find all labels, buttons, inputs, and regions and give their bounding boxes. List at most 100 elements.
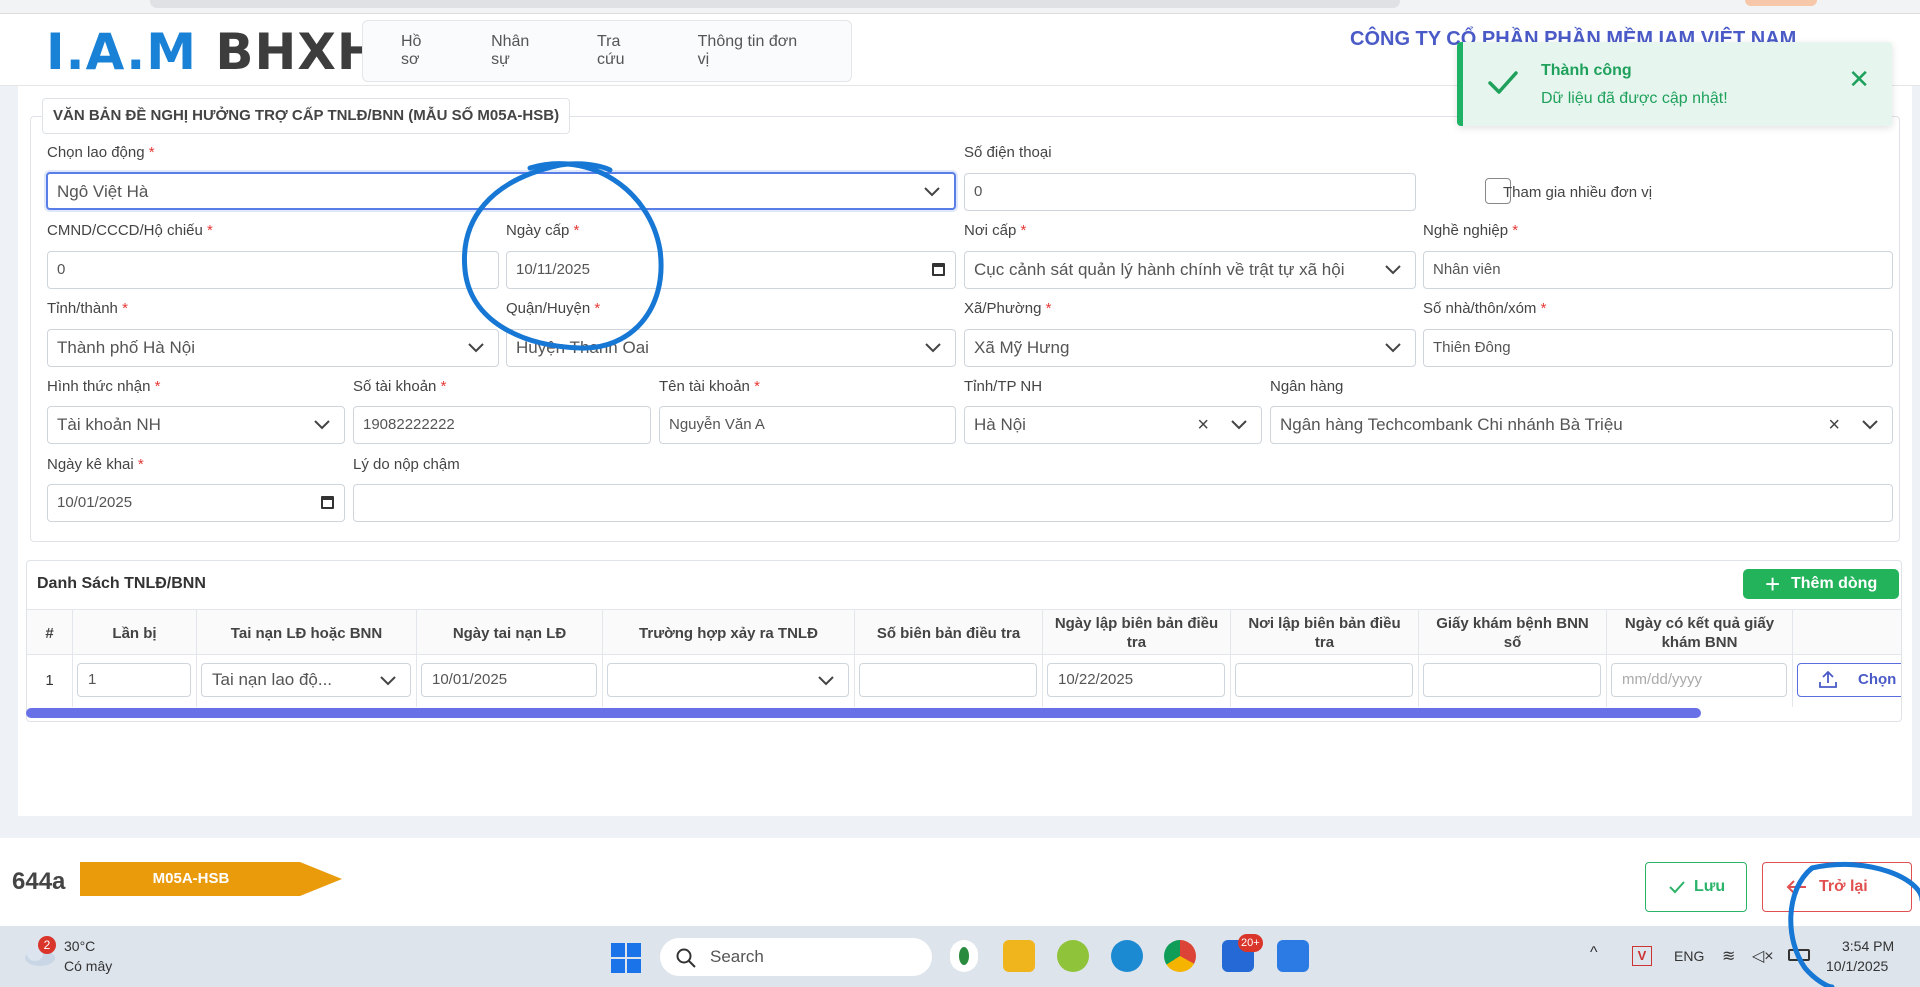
cell-report-place	[1231, 655, 1419, 707]
late-reason-input[interactable]	[353, 484, 1893, 522]
report-no-input[interactable]	[859, 663, 1037, 697]
photos-icon[interactable]	[1277, 940, 1309, 972]
nav-item-thong-tin-don-vi[interactable]: Thông tin đơn vị	[698, 33, 799, 69]
upload-icon	[1819, 671, 1837, 688]
language-indicator[interactable]: ENG	[1674, 948, 1704, 964]
receive-select[interactable]: Tài khoản NH	[47, 406, 345, 444]
accident-list-section: Danh Sách TNLĐ/BNN + Thêm dòng # Lần bị T…	[26, 560, 1902, 722]
column-header: Trường hợp xảy ra TNLĐ	[603, 610, 855, 656]
account-no-label: Số tài khoản *	[353, 378, 447, 395]
issue-date-input[interactable]: 10/11/2025	[506, 251, 956, 289]
report-place-input[interactable]	[1235, 663, 1413, 697]
clock-time[interactable]: 3:54 PM	[1842, 938, 1894, 954]
browser-button[interactable]	[1745, 0, 1817, 6]
success-toast: Thành công Dữ liệu đã được cập nhật! ✕	[1457, 42, 1892, 126]
receive-label: Hình thức nhận *	[47, 378, 161, 395]
leaf-app-icon[interactable]	[950, 940, 978, 972]
exam-no-input[interactable]	[1423, 663, 1601, 697]
bank-city-label: Tỉnh/TP NH	[964, 378, 1043, 395]
late-reason-label: Lý do nộp chậm	[353, 456, 460, 473]
close-icon[interactable]: ✕	[1848, 64, 1870, 94]
chevron-down-icon	[468, 343, 484, 353]
scroll-thumb[interactable]	[26, 708, 1701, 718]
phone-input[interactable]: 0	[964, 173, 1416, 211]
times-input[interactable]: 1	[77, 663, 191, 697]
worker-select[interactable]: Ngô Việt Hà	[46, 172, 956, 210]
ward-select[interactable]: Xã Mỹ Hưng	[964, 329, 1416, 367]
cell-exam-no	[1419, 655, 1607, 707]
worker-value: Ngô Việt Hà	[57, 182, 149, 201]
windows-start-icon[interactable]	[611, 943, 641, 973]
issue-date-label: Ngày cấp *	[506, 222, 580, 239]
exam-date-input[interactable]: mm/dd/yyyy	[1611, 663, 1787, 697]
case-select[interactable]	[607, 663, 849, 697]
clear-icon[interactable]: ×	[1197, 407, 1209, 443]
account-name-input[interactable]: Nguyễn Văn A	[659, 406, 956, 444]
column-header: Tai nạn LĐ hoặc BNN	[197, 610, 417, 656]
nav-item-ho-so[interactable]: Hồ sơ	[401, 33, 439, 69]
toast-message: Dữ liệu đã được cập nhật!	[1541, 90, 1728, 107]
province-label: Tỉnh/thành *	[47, 300, 128, 317]
file-explorer-icon[interactable]	[1003, 940, 1035, 972]
nav-item-nhan-su[interactable]: Nhân sự	[491, 33, 545, 69]
row-index: 1	[27, 655, 73, 707]
bank-label: Ngân hàng	[1270, 378, 1344, 395]
back-button[interactable]: Trở lại	[1762, 862, 1912, 912]
chevron-down-icon	[818, 676, 834, 686]
battery-icon[interactable]	[1788, 949, 1810, 961]
add-row-button[interactable]: + Thêm dòng	[1743, 569, 1899, 599]
job-input[interactable]: Nhân viên	[1423, 251, 1893, 289]
chevron-up-icon[interactable]: ^	[1590, 944, 1598, 962]
weather-temp: 30°C	[64, 938, 96, 954]
report-date-input[interactable]: 10/22/2025	[1047, 663, 1225, 697]
windows-taskbar: 2 30°C Có mây Search 20+ ^ V ENG ≋ ◁× 3:…	[0, 926, 1920, 987]
upload-button[interactable]: Chọn	[1797, 663, 1901, 697]
province-value: Thành phố Hà Nội	[57, 338, 195, 357]
clear-icon[interactable]: ×	[1828, 407, 1840, 443]
account-no-input[interactable]: 19082222222	[353, 406, 651, 444]
v-app-icon[interactable]: V	[1632, 946, 1652, 966]
back-label: Trở lại	[1819, 878, 1868, 895]
cell-exam-date: mm/dd/yyyy	[1607, 655, 1793, 707]
declare-date-input[interactable]: 10/01/2025	[47, 484, 345, 522]
ward-value: Xã Mỹ Hưng	[974, 338, 1070, 357]
cell-times: 1	[73, 655, 197, 707]
footer-bar: 644a M05A-HSB Lưu Trở lại	[0, 838, 1920, 926]
district-label: Quận/Huyện *	[506, 300, 601, 317]
column-header: Lần bị	[73, 610, 197, 656]
chrome-icon[interactable]	[1164, 940, 1196, 972]
save-button[interactable]: Lưu	[1645, 862, 1747, 912]
accident-date-input[interactable]: 10/01/2025	[421, 663, 597, 697]
bank-select[interactable]: Ngân hàng Techcombank Chi nhánh Bà Triệu…	[1270, 406, 1893, 444]
address-bar[interactable]	[150, 0, 1400, 8]
weather-badge: 2	[38, 936, 56, 954]
bank-city-select[interactable]: Hà Nội ×	[964, 406, 1262, 444]
save-label: Lưu	[1694, 878, 1726, 895]
issue-place-select[interactable]: Cục cảnh sát quản lý hành chính về trật …	[964, 251, 1416, 289]
type-select[interactable]: Tai nạn lao độ...	[201, 663, 411, 697]
search-label: Search	[710, 947, 764, 966]
id-input[interactable]: 0	[47, 251, 499, 289]
chevron-down-icon	[1862, 420, 1878, 430]
wifi-icon[interactable]: ≋	[1722, 946, 1735, 966]
address-input[interactable]: Thiên Đông	[1423, 329, 1893, 367]
column-header: Đ	[1793, 610, 1901, 656]
province-select[interactable]: Thành phố Hà Nội	[47, 329, 499, 367]
calendar-icon[interactable]	[932, 263, 945, 276]
app-logo[interactable]: I.A.M BHXH	[46, 22, 380, 82]
district-select[interactable]: Huyện Thanh Oai	[506, 329, 956, 367]
edge-icon[interactable]	[1111, 940, 1143, 972]
declare-date-value: 10/01/2025	[57, 494, 133, 511]
horizontal-scrollbar[interactable]	[26, 708, 1902, 718]
speaker-icon[interactable]: ◁×	[1752, 946, 1774, 966]
calendar-icon[interactable]	[321, 496, 334, 509]
taskbar-search[interactable]: Search	[660, 938, 932, 976]
clock-date[interactable]: 10/1/2025	[1826, 958, 1888, 974]
green-app-icon[interactable]	[1057, 940, 1089, 972]
form-legend: VĂN BẢN ĐỀ NGHỊ HƯỞNG TRỢ CẤP TNLĐ/BNN (…	[42, 98, 571, 134]
toast-title: Thành công	[1541, 62, 1632, 79]
nav-item-tra-cuu[interactable]: Tra cứu	[597, 33, 646, 69]
cell-report-no	[855, 655, 1043, 707]
column-header: Ngày có kết quả giấy khám BNN	[1607, 610, 1793, 656]
main-panel: VĂN BẢN ĐỀ NGHỊ HƯỞNG TRỢ CẤP TNLĐ/BNN (…	[18, 86, 1912, 816]
